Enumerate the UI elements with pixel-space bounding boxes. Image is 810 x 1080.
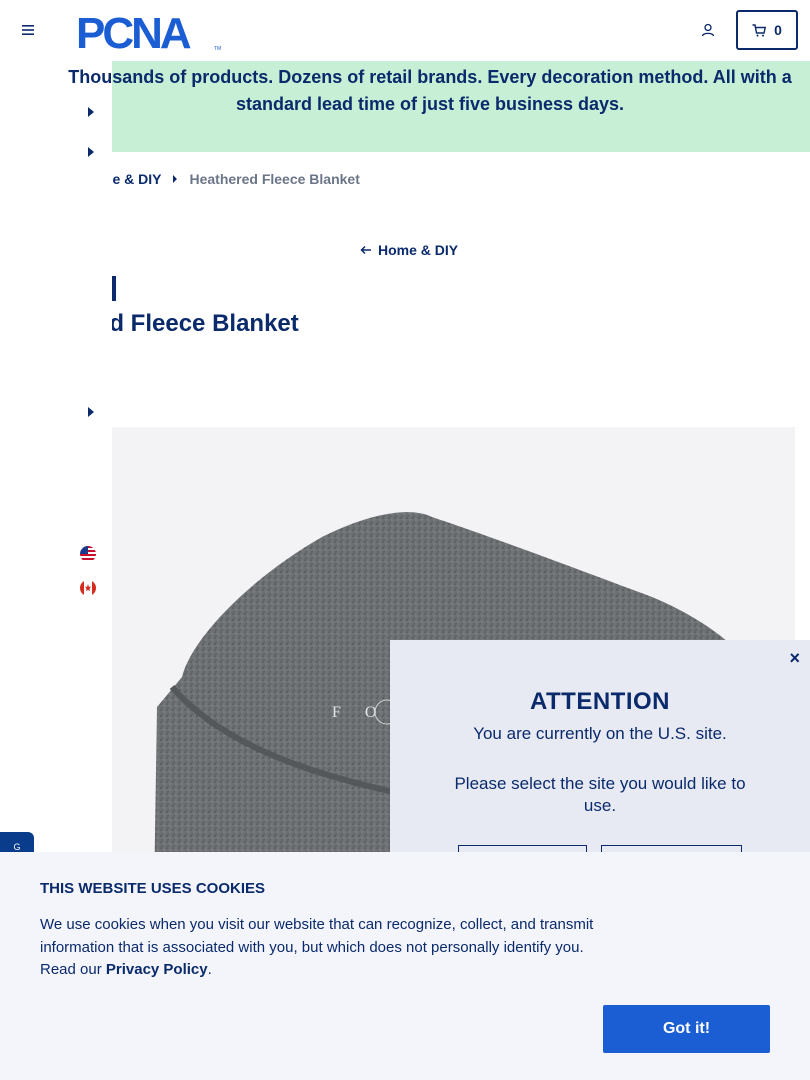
modal-current-site-text: You are currently on the U.S. site. bbox=[473, 724, 727, 743]
caret-right-icon[interactable] bbox=[86, 146, 96, 158]
accept-cookies-button[interactable]: Got it! bbox=[603, 1005, 770, 1053]
svg-text:PCNA: PCNA bbox=[76, 10, 191, 52]
canada-flag-icon[interactable] bbox=[80, 580, 96, 596]
pcna-logo[interactable]: PCNA TM bbox=[76, 9, 226, 58]
close-icon[interactable]: × bbox=[789, 648, 800, 669]
cookie-period: . bbox=[207, 961, 212, 978]
product-title: ed Fleece Blanket bbox=[96, 310, 299, 337]
account-icon[interactable] bbox=[698, 20, 718, 40]
cookie-description: We use cookies when you visit our websit… bbox=[40, 914, 610, 982]
breadcrumb-current: Heathered Fleece Blanket bbox=[189, 171, 360, 187]
cart-count: 0 bbox=[774, 22, 782, 38]
caret-right-icon[interactable] bbox=[86, 406, 96, 418]
caret-right-icon bbox=[173, 175, 178, 183]
site-header: PCNA TM 0 bbox=[0, 0, 810, 60]
cart-icon bbox=[752, 23, 767, 37]
back-to-category-link[interactable]: Home & DIY bbox=[360, 242, 458, 258]
cart-button[interactable]: 0 bbox=[736, 10, 798, 50]
back-link-label: Home & DIY bbox=[378, 242, 459, 258]
modal-select-site-text: Please select the site you would like to… bbox=[454, 774, 746, 815]
us-flag-icon[interactable] bbox=[80, 546, 96, 562]
hamburger-menu-icon[interactable] bbox=[18, 20, 38, 40]
breadcrumb: me & DIY Heathered Fleece Blanket bbox=[100, 170, 360, 188]
modal-title: ATTENTION bbox=[529, 688, 671, 715]
svg-text:TM: TM bbox=[214, 46, 221, 52]
arrow-left-icon bbox=[360, 245, 371, 255]
privacy-policy-link[interactable]: Privacy Policy bbox=[106, 961, 208, 978]
site-selection-modal: × ATTENTION You are currently on the U.S… bbox=[390, 640, 810, 885]
cookie-consent-bar: THIS WEBSITE USES COOKIES We use cookies… bbox=[0, 852, 810, 1080]
cookie-title: THIS WEBSITE USES COOKIES bbox=[40, 880, 266, 897]
promo-banner-text: Thousands of products. Dozens of retail … bbox=[68, 67, 792, 114]
